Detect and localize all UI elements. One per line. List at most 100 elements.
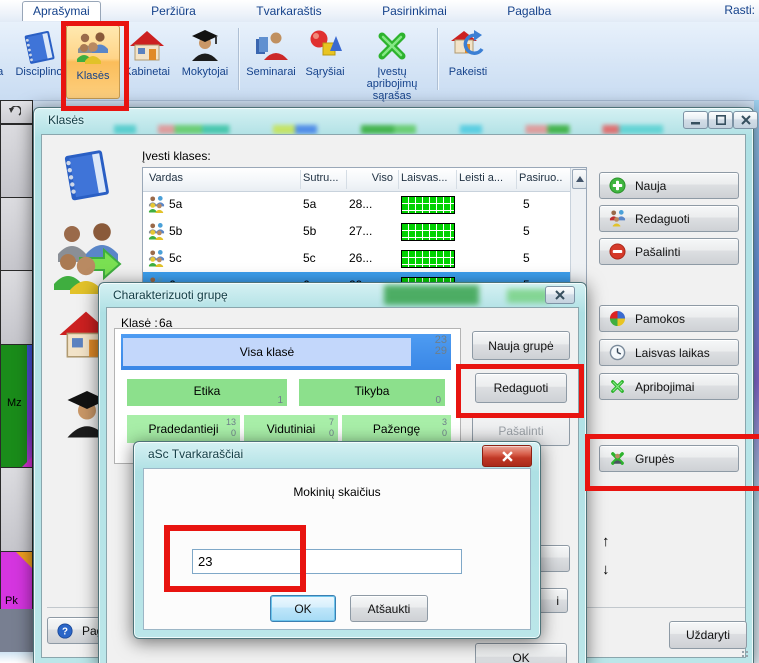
- plus-icon: [609, 177, 626, 194]
- cancel-button[interactable]: Atšaukti: [350, 595, 428, 622]
- group-label: Etika: [194, 384, 221, 398]
- titlebar-glass-reflections: [507, 289, 549, 303]
- group-bar-tikyba[interactable]: Tikyba 0: [299, 379, 445, 406]
- group-count-top: 7: [329, 417, 334, 428]
- timetable-cell[interactable]: [0, 270, 33, 345]
- group-count-bottom: 0: [329, 428, 334, 439]
- toolbar-item-mokytojai[interactable]: Mokytojai: [176, 26, 234, 96]
- cell-label: Pk: [5, 595, 18, 607]
- column-divider[interactable]: [516, 170, 517, 189]
- nauja-button[interactable]: Nauja: [599, 172, 739, 199]
- ok-button[interactable]: OK: [270, 595, 336, 622]
- menu-tab-pasirinkimai[interactable]: Pasirinkimai: [372, 2, 457, 21]
- move-down-arrow[interactable]: ↓: [602, 561, 610, 578]
- number-dialog-client: Mokinių skaičius OK Atšaukti: [143, 468, 531, 630]
- button-label: Atšaukti: [368, 602, 411, 616]
- group-count-bottom: 0: [442, 428, 447, 439]
- move-up-arrow[interactable]: ↑: [602, 533, 610, 550]
- timetable-cell[interactable]: [0, 197, 33, 271]
- background-sliver: [754, 100, 759, 663]
- col-header-pasiruosimas[interactable]: Pasiruo..: [519, 172, 562, 184]
- uzdaryti-button[interactable]: Uždaryti: [669, 621, 747, 649]
- column-divider[interactable]: [398, 170, 399, 189]
- column-divider[interactable]: [346, 170, 347, 189]
- class-people-icon: [148, 196, 165, 213]
- menu-tab-aprasymai[interactable]: Aprašymai: [22, 1, 101, 21]
- toolbar-item-kabinetai[interactable]: Kabinetai: [120, 26, 174, 96]
- column-divider[interactable]: [456, 170, 457, 189]
- house-icon: [129, 28, 165, 64]
- cell-corner: [16, 552, 32, 568]
- shapes-icon: [307, 28, 343, 64]
- redaguoti-button[interactable]: Redaguoti: [599, 205, 739, 232]
- col-header-laisvas[interactable]: Laisvas...: [401, 172, 447, 184]
- toolbar-item-seminarai[interactable]: Seminarai: [243, 26, 299, 96]
- button-label: Pamokos: [635, 312, 685, 326]
- group-ok-button[interactable]: OK: [475, 643, 567, 663]
- laisvas-laikas-button[interactable]: Laisvas laikas: [599, 339, 739, 366]
- col-header-viso[interactable]: Viso: [343, 172, 393, 184]
- timetable-cell[interactable]: [0, 124, 33, 198]
- dialog-title: Charakterizuoti grupę: [113, 288, 228, 302]
- notebook-icon[interactable]: [58, 143, 116, 209]
- menu-tab-tvarkarastis[interactable]: Tvarkaraštis: [246, 2, 331, 21]
- group-bar-vidutiniai[interactable]: Vidutiniai 7 0: [244, 415, 338, 443]
- timetable-cell[interactable]: [0, 467, 33, 552]
- scroll-up-button[interactable]: [572, 169, 587, 189]
- table-row[interactable]: 5b 5b 27... 5: [143, 218, 570, 245]
- toolbar-item-pakeisti[interactable]: Pakeisti: [442, 26, 494, 96]
- col-header-sutrumpinimas[interactable]: Sutru...: [303, 172, 338, 184]
- seminar-icon: [253, 28, 289, 64]
- button-label: Pašalinti: [635, 245, 680, 259]
- minimize-button[interactable]: [683, 111, 708, 129]
- table-row[interactable]: 5a 5a 28... 5: [143, 191, 570, 218]
- grupes-button[interactable]: Grupės: [599, 445, 739, 472]
- toolbar-item-sarysiai[interactable]: Sąryšiai: [301, 26, 349, 96]
- toolbar-item-klases[interactable]: Klasės: [66, 25, 120, 99]
- toolbar-item-disciplinos[interactable]: Disciplino: [12, 26, 66, 96]
- maximize-button[interactable]: [708, 111, 733, 129]
- menu-tab-pagalba[interactable]: Pagalba: [497, 2, 561, 21]
- toolbar-item-partial[interactable]: la: [0, 26, 12, 96]
- group-bar-etika[interactable]: Etika 1: [127, 379, 287, 406]
- col-header-leisti[interactable]: Leisti a...: [459, 172, 503, 184]
- timetable-cell-pk[interactable]: Pk: [0, 551, 33, 610]
- close-button[interactable]: [733, 111, 758, 129]
- whole-class-bar[interactable]: Visa klasė 23 29: [121, 334, 451, 370]
- close-button[interactable]: [482, 445, 532, 467]
- cell-total: 28...: [349, 197, 372, 211]
- book-icon: [20, 28, 58, 66]
- pasalinti-button[interactable]: Pašalinti: [599, 238, 739, 265]
- group-bar-pazenge[interactable]: Pažengę 3 0: [342, 415, 451, 443]
- close-button[interactable]: [545, 286, 575, 304]
- toolbar-item-label: Įvestų apribojimų sąrašas: [351, 66, 433, 102]
- student-count-input[interactable]: [192, 549, 462, 574]
- undo-arrow-icon: [9, 106, 21, 118]
- pamokos-button[interactable]: Pamokos: [599, 305, 739, 332]
- close-icon: [555, 290, 565, 300]
- button-label: Nauja grupė: [488, 339, 553, 353]
- cell-abbr: 5a: [303, 197, 316, 211]
- cell-abbr: 5c: [303, 251, 316, 265]
- group-bar-pradedantieji[interactable]: Pradedantieji 13 0: [127, 415, 240, 443]
- cell-name: 5b: [169, 224, 182, 238]
- apribojimai-button[interactable]: Apribojimai: [599, 373, 739, 400]
- nauja-grupe-button[interactable]: Nauja grupė: [472, 331, 570, 360]
- toolbar-item-apribojimu-sarasas[interactable]: Įvestų apribojimų sąrašas: [351, 26, 433, 96]
- class-people-icon: [148, 223, 165, 240]
- timetable-cell-mz[interactable]: Mz: [0, 344, 33, 468]
- timetable-fragment: Mz Pk: [0, 100, 33, 663]
- group-redaguoti-button[interactable]: Redaguoti: [475, 373, 567, 403]
- menu-tab-perziura[interactable]: Peržiūra: [141, 2, 206, 21]
- green-x-icon: [374, 28, 410, 64]
- button-label: Nauja: [635, 179, 666, 193]
- button-label: Apribojimai: [635, 380, 694, 394]
- cell-corner: [22, 457, 32, 467]
- resize-grip[interactable]: [738, 649, 748, 659]
- toolbar-item-label: Sąryšiai: [301, 66, 349, 78]
- close-icon: [741, 115, 751, 125]
- table-row[interactable]: 5c 5c 26... 5: [143, 245, 570, 272]
- find-label[interactable]: Rasti:: [724, 3, 755, 17]
- col-header-vardas[interactable]: Vardas: [149, 172, 183, 184]
- column-divider[interactable]: [300, 170, 301, 189]
